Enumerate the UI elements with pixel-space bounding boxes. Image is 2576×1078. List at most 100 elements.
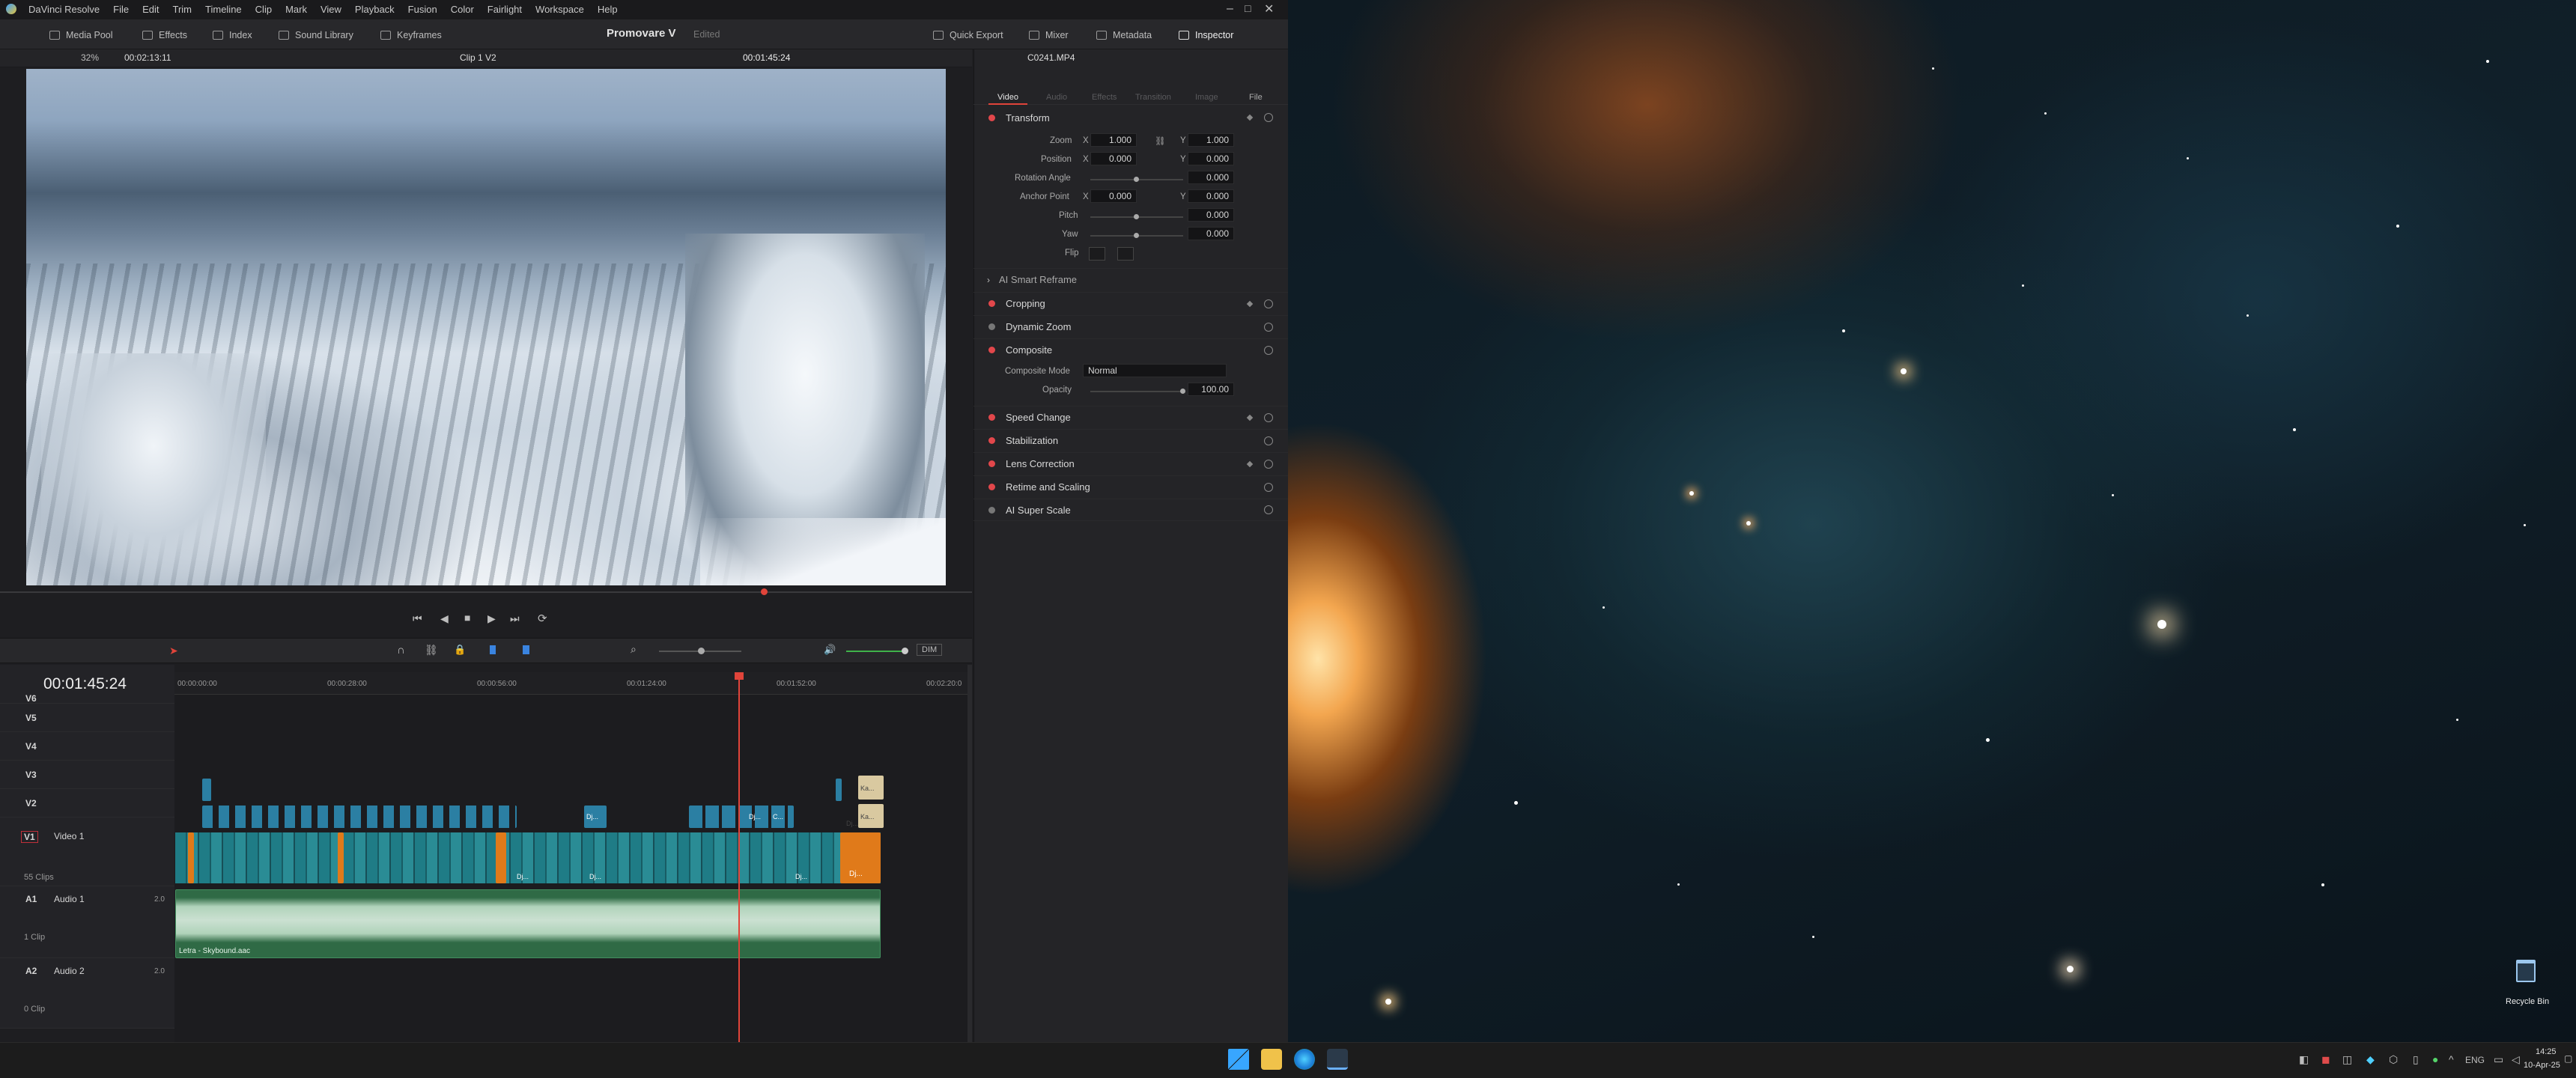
loop-icon[interactable]: ⟳ [538, 612, 547, 625]
slider-thumb[interactable] [1134, 177, 1139, 182]
reset-icon[interactable] [1264, 322, 1273, 332]
enable-dot-icon[interactable] [988, 114, 995, 121]
viewer-frame[interactable] [26, 69, 946, 585]
slider-thumb[interactable] [1134, 214, 1139, 219]
reset-icon[interactable] [1264, 299, 1273, 308]
sound-library-button[interactable]: Sound Library [279, 27, 353, 43]
effects-button[interactable]: Effects [142, 27, 187, 43]
tab-file[interactable]: File [1249, 93, 1263, 102]
section-ai-smart-reframe[interactable]: › AI Smart Reframe [973, 268, 1288, 290]
keyframe-icon[interactable] [1246, 300, 1254, 307]
scrub-bar[interactable] [0, 591, 972, 593]
keyframe-icon[interactable] [1246, 414, 1254, 421]
davinci-resolve-taskbar-icon[interactable] [1327, 1049, 1348, 1070]
position-x-field[interactable]: 0.000 [1090, 152, 1137, 165]
section-retime-scaling[interactable]: Retime and Scaling [973, 475, 1288, 498]
recycle-bin-icon[interactable] [2516, 960, 2536, 982]
flip-vertical-icon[interactable] [1117, 247, 1134, 261]
reset-icon[interactable] [1264, 459, 1273, 469]
timeline-playhead[interactable] [738, 672, 740, 1042]
media-pool-button[interactable]: Media Pool [49, 27, 113, 43]
metadata-button[interactable]: Metadata [1096, 27, 1152, 43]
menu-color[interactable]: Color [451, 4, 474, 15]
stop-icon[interactable]: ■ [464, 612, 470, 624]
menu-trim[interactable]: Trim [173, 4, 192, 15]
tab-effects[interactable]: Effects [1092, 93, 1117, 102]
clip-selector[interactable]: Clip 1 V2 [460, 52, 496, 63]
section-lens-correction[interactable]: Lens Correction [973, 452, 1288, 475]
maximize-icon[interactable]: □ [1245, 2, 1251, 14]
reset-icon[interactable] [1264, 113, 1273, 122]
flag-icon[interactable] [490, 645, 496, 654]
skip-start-icon[interactable]: ⏮ [413, 612, 422, 625]
section-stabilization[interactable]: Stabilization [973, 429, 1288, 451]
section-speed-change[interactable]: Speed Change [973, 406, 1288, 428]
lock-icon[interactable]: 🔒 [454, 644, 466, 656]
volume-slider[interactable] [846, 651, 906, 652]
edge-icon[interactable] [1294, 1049, 1315, 1070]
timeline-scrollbar[interactable] [967, 665, 972, 1042]
zoom-x-field[interactable]: 1.000 [1090, 133, 1137, 147]
clock-time[interactable]: 14:25 [2536, 1047, 2557, 1056]
link-icon[interactable]: ⛓ [1155, 135, 1166, 146]
timeline-clip[interactable] [202, 779, 211, 801]
v2-clip-strip[interactable] [202, 806, 517, 828]
reset-icon[interactable] [1264, 505, 1273, 514]
menu-timeline[interactable]: Timeline [205, 4, 242, 15]
timeline-ruler[interactable]: 00:00:00:00 00:00:28:00 00:00:56:00 00:0… [174, 672, 968, 695]
flip-horizontal-icon[interactable] [1089, 247, 1105, 261]
tray-app-icon[interactable]: ◫ [2342, 1053, 2352, 1066]
tab-video[interactable]: Video [997, 93, 1018, 102]
menu-view[interactable]: View [321, 4, 341, 15]
timeline-clip[interactable] [338, 832, 344, 883]
play-icon[interactable]: ▶ [487, 612, 496, 625]
audio-clip[interactable]: Letra - Skybound.aac [175, 889, 881, 958]
selection-tool-icon[interactable]: ➤ [169, 645, 178, 657]
menu-help[interactable]: Help [598, 4, 618, 15]
timeline-clip[interactable]: Ka... [858, 776, 884, 800]
enable-dot-icon[interactable] [988, 484, 995, 490]
tray-app-icon[interactable]: ◼ [2321, 1053, 2330, 1066]
volume-thumb[interactable] [902, 648, 908, 654]
battery-icon[interactable]: ▯ [2413, 1053, 2419, 1066]
menu-fusion[interactable]: Fusion [408, 4, 437, 15]
anchor-x-field[interactable]: 0.000 [1090, 189, 1137, 203]
menu-mark[interactable]: Mark [285, 4, 307, 15]
menu-workspace[interactable]: Workspace [535, 4, 584, 15]
timeline-clip[interactable]: Dj... [584, 806, 607, 828]
timeline-clip[interactable] [496, 832, 506, 883]
notification-icon[interactable]: ▢ [2564, 1053, 2572, 1064]
keyframe-icon[interactable] [1246, 460, 1254, 467]
tray-app-icon[interactable]: ⬡ [2389, 1053, 2398, 1066]
keyframes-button[interactable]: Keyframes [380, 27, 442, 43]
v2-clip-strip[interactable]: Dj... C... [689, 806, 794, 828]
opacity-field[interactable]: 100.00 [1188, 383, 1234, 396]
minimize-icon[interactable]: – [1227, 2, 1233, 16]
viewer-zoom[interactable]: 32% [81, 52, 99, 63]
network-icon[interactable]: ▭ [2494, 1053, 2503, 1066]
slider-thumb[interactable] [698, 648, 705, 654]
dim-button[interactable]: DIM [917, 644, 943, 656]
marker-icon[interactable] [523, 645, 529, 654]
speaker-icon[interactable]: 🔊 [824, 644, 836, 656]
linked-selection-icon[interactable]: ⛓ [425, 644, 438, 657]
pitch-field[interactable]: 0.000 [1188, 208, 1234, 222]
menu-edit[interactable]: Edit [142, 4, 159, 15]
step-back-icon[interactable]: ◀ [440, 612, 449, 625]
reset-icon[interactable] [1264, 345, 1273, 355]
recycle-bin-label[interactable]: Recycle Bin [2506, 997, 2549, 1006]
reset-icon[interactable] [1264, 436, 1273, 445]
composite-mode-dropdown[interactable]: Normal [1083, 364, 1227, 377]
inspector-button[interactable]: Inspector [1179, 27, 1233, 43]
snapping-icon[interactable]: ∩ [397, 644, 405, 657]
section-composite[interactable]: Composite [973, 338, 1288, 361]
enable-dot-icon[interactable] [988, 460, 995, 467]
microphone-icon[interactable]: ● [2432, 1053, 2438, 1065]
start-icon[interactable] [1228, 1049, 1249, 1070]
enable-dot-icon[interactable] [988, 506, 995, 514]
rotation-field[interactable]: 0.000 [1188, 171, 1234, 184]
enable-dot-icon[interactable] [988, 347, 995, 353]
tab-audio[interactable]: Audio [1046, 93, 1067, 102]
section-dynamic-zoom[interactable]: Dynamic Zoom [973, 315, 1288, 338]
keyframe-icon[interactable] [1246, 114, 1254, 121]
